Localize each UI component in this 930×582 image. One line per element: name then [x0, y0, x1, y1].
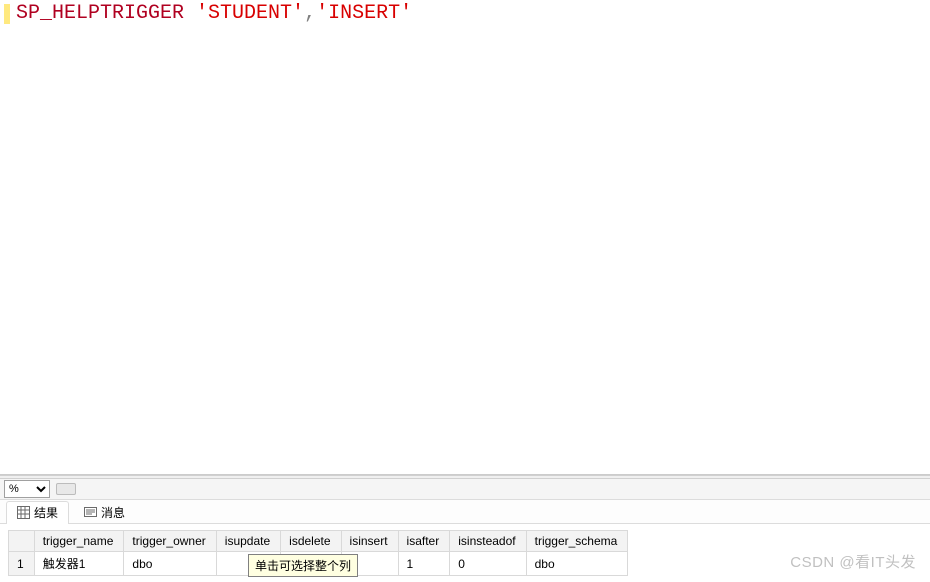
tab-results[interactable]: 结果 — [6, 501, 69, 523]
editor-line: SP_HELPTRIGGER 'STUDENT','INSERT' — [16, 2, 412, 26]
message-icon — [84, 506, 97, 519]
proc-name: SP_HELPTRIGGER — [16, 2, 196, 25]
cell[interactable] — [216, 552, 280, 576]
cell[interactable]: 触发器1 — [34, 552, 124, 576]
string-literal: 'INSERT' — [316, 2, 412, 25]
results-tabs: 结果 消息 — [0, 500, 930, 524]
string-literal: 'STUDENT' — [196, 2, 304, 25]
cell[interactable]: dbo — [526, 552, 628, 576]
col-header[interactable]: isdelete — [281, 531, 341, 552]
cell[interactable]: 1 — [398, 552, 450, 576]
col-header[interactable]: isinsert — [341, 531, 398, 552]
col-header[interactable]: trigger_name — [34, 531, 124, 552]
comma: , — [304, 2, 316, 25]
current-line-marker — [4, 4, 10, 24]
tab-results-label: 结果 — [34, 504, 58, 521]
zoom-bar: % — [0, 479, 930, 500]
cell[interactable]: 1 — [341, 552, 398, 576]
col-header[interactable]: isinsteadof — [450, 531, 526, 552]
tab-messages[interactable]: 消息 — [73, 501, 136, 523]
cell[interactable]: 0 — [450, 552, 526, 576]
col-header[interactable]: isafter — [398, 531, 450, 552]
results-table[interactable]: trigger_name trigger_owner isupdate isde… — [8, 530, 628, 576]
table-row[interactable]: 1 触发器1 dbo 1 1 0 dbo — [9, 552, 628, 576]
header-row: trigger_name trigger_owner isupdate isde… — [9, 531, 628, 552]
col-header[interactable]: trigger_schema — [526, 531, 628, 552]
col-header[interactable]: isupdate — [216, 531, 280, 552]
tab-messages-label: 消息 — [101, 504, 125, 521]
col-header[interactable]: trigger_owner — [124, 531, 216, 552]
zoom-select[interactable]: % — [4, 480, 50, 498]
sql-editor[interactable]: SP_HELPTRIGGER 'STUDENT','INSERT' — [0, 0, 930, 475]
corner-cell[interactable] — [9, 531, 35, 552]
grid-icon — [17, 506, 30, 519]
cell[interactable] — [281, 552, 341, 576]
watermark: CSDN @看IT头发 — [790, 551, 916, 572]
cell[interactable]: dbo — [124, 552, 216, 576]
row-number[interactable]: 1 — [9, 552, 35, 576]
zoom-thumb[interactable] — [56, 483, 76, 495]
